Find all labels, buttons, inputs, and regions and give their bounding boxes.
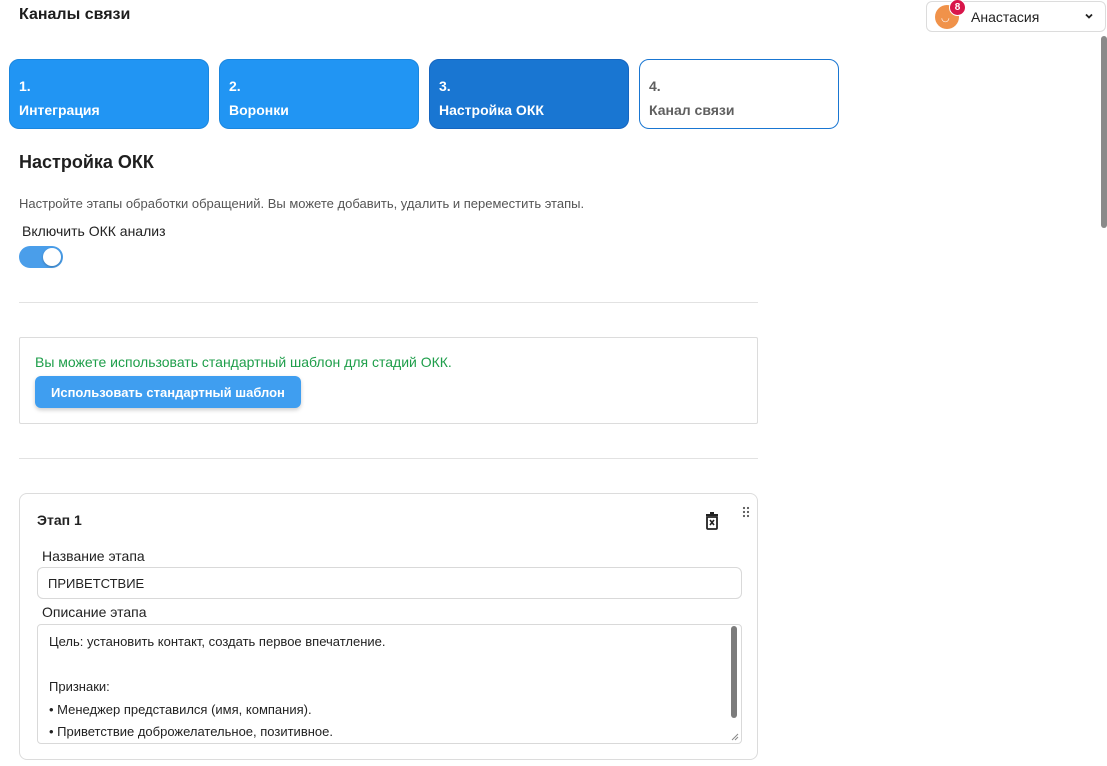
scroll-thumb[interactable] [731,626,737,718]
divider [19,458,758,459]
stage-card: Этап 1 Название этапа Описание этапа Цел… [19,493,758,760]
step-number: 4. [649,78,661,94]
wizard-step-channel[interactable]: 4. Канал связи [639,59,839,129]
wizard-step-okk-settings[interactable]: 3. Настройка ОКК [429,59,629,129]
step-label: Интеграция [19,102,100,118]
stage-description-text: Цель: установить контакт, создать первое… [49,634,386,739]
wizard-step-integration[interactable]: 1. Интеграция [9,59,209,129]
stage-title: Этап 1 [37,512,82,528]
stage-description-label: Описание этапа [42,604,147,620]
stage-name-input[interactable] [37,567,742,599]
template-hint: Вы можете использовать стандартный шабло… [35,354,452,370]
notification-badge: 8 [949,0,966,16]
page-scrollbar[interactable] [1101,36,1107,228]
drag-handle-icon[interactable] [741,506,751,518]
okk-toggle-label: Включить ОКК анализ [22,223,166,239]
user-menu[interactable]: ◡ 8 Анастасия [926,0,1106,32]
use-template-button[interactable]: Использовать стандартный шаблон [35,376,301,408]
avatar: ◡ 8 [935,0,966,29]
step-number: 3. [439,78,451,94]
divider [19,302,758,303]
template-panel: Вы можете использовать стандартный шабло… [19,337,758,424]
step-label: Настройка ОКК [439,102,544,118]
section-title: Настройка ОКК [19,152,154,172]
step-label: Канал связи [649,102,735,118]
page-title: Каналы связи [19,6,131,23]
stage-name-label: Название этапа [42,548,145,564]
okk-toggle[interactable] [19,246,63,268]
step-number: 2. [229,78,241,94]
resize-grip-icon[interactable] [731,733,739,741]
section-description: Настройте этапы обработки обращений. Вы … [19,196,585,211]
toggle-knob [43,248,61,266]
stage-description-textarea[interactable]: Цель: установить контакт, создать первое… [37,624,742,744]
textarea-scrollbar[interactable] [727,625,741,743]
step-number: 1. [19,78,31,94]
user-name: Анастасия [971,8,1040,25]
wizard-step-funnels[interactable]: 2. Воронки [219,59,419,129]
wizard-steps: 1. Интеграция 2. Воронки 3. Настройка ОК… [9,59,839,129]
step-label: Воронки [229,102,289,118]
chevron-down-icon[interactable] [1083,10,1095,22]
avatar-icon: ◡ [941,12,950,24]
trash-icon[interactable] [702,511,722,531]
